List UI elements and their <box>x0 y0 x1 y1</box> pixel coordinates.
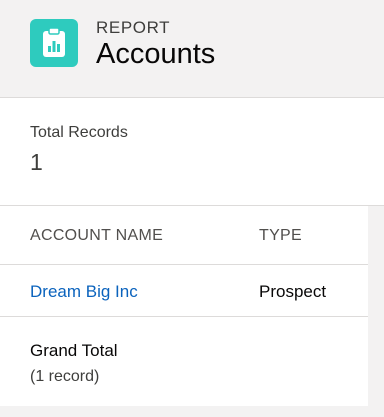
total-records-card: Total Records 1 <box>0 98 384 206</box>
account-type-cell: Prospect <box>259 282 327 301</box>
scrollbar-gutter[interactable] <box>368 206 384 406</box>
column-header-account-name[interactable]: ACCOUNT NAME <box>30 227 163 245</box>
grand-total-count: (1 record) <box>30 368 100 385</box>
column-header-type[interactable]: TYPE <box>259 227 302 245</box>
total-records-label: Total Records <box>30 124 128 141</box>
total-records-value: 1 <box>30 149 43 175</box>
table-header-row: ACCOUNT NAME TYPE <box>0 206 368 265</box>
header-eyebrow: REPORT <box>96 18 171 37</box>
account-name-link[interactable]: Dream Big Inc <box>30 282 138 302</box>
report-table: ACCOUNT NAME TYPE Dream Big Inc Prospect… <box>0 206 368 406</box>
grand-total-row: Grand Total (1 record) <box>0 317 368 406</box>
page-title: Accounts <box>96 38 216 70</box>
report-icon <box>30 19 78 67</box>
page-header: REPORT Accounts <box>0 0 384 98</box>
table-row: Dream Big Inc Prospect <box>0 265 368 317</box>
grand-total-label: Grand Total <box>30 341 118 360</box>
